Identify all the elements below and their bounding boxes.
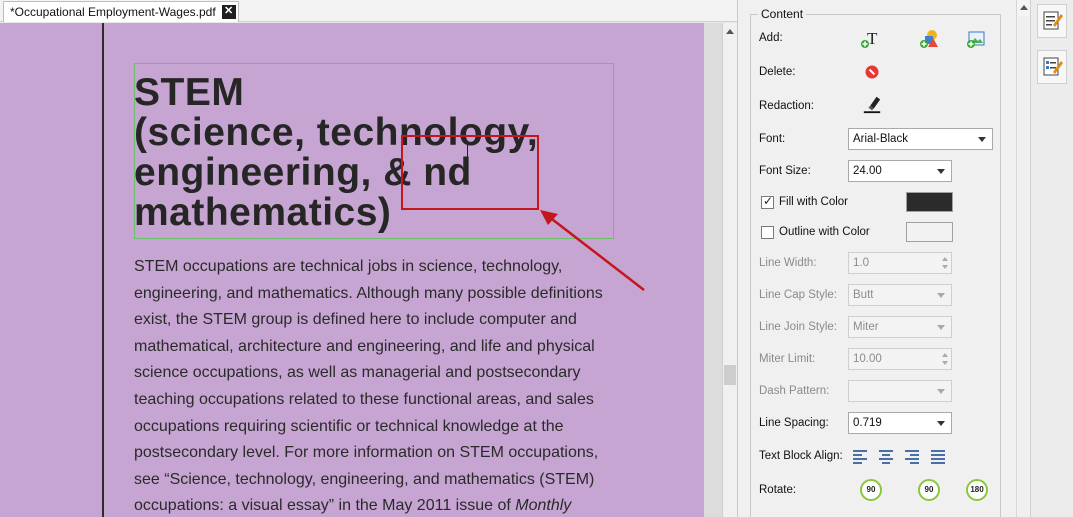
line-spacing-label: Line Spacing: [759,417,829,429]
font-size-label: Font Size: [759,165,811,177]
font-select[interactable]: Arial-Black [848,128,993,150]
outline-color-label: Outline with Color [779,226,870,238]
scroll-up-arrow-icon[interactable] [726,29,734,34]
fill-color-checkbox[interactable]: ✓ [761,194,774,209]
line-cap-select[interactable]: Butt [848,284,952,306]
miter-limit-label: Miter Limit: [759,353,816,365]
line-cap-value: Butt [853,289,874,301]
dash-pattern-select[interactable] [848,380,952,402]
tab-bar: *Occupational Employment-Wages.pdf ✕ [0,0,737,22]
body-line: science occupations, as well as manageri… [134,364,581,382]
line-width-value: 1.0 [853,257,869,269]
font-label: Font: [759,133,786,145]
rotate-cw-90-icon[interactable]: 90 [918,479,940,501]
edit-content-tool-button[interactable] [1037,4,1067,38]
spinner-arrows-icon[interactable] [942,352,948,366]
redaction-marker-icon[interactable] [862,94,882,114]
body-line: occupations requiring scientific or tech… [134,417,564,435]
outline-color-swatch[interactable] [906,222,953,242]
font-size-select[interactable]: 24.00 [848,160,952,182]
form-tool-button[interactable] [1037,50,1067,84]
body-line: teaching occupations related to these fu… [134,390,594,408]
right-toolbar [1030,0,1073,517]
align-left-icon[interactable] [853,449,869,464]
heading-line: engineering, & nd [134,151,472,194]
line-join-value: Miter [853,321,879,333]
properties-panel: Content Add: T Delete: Redaction: Font: … [737,0,1016,517]
line-join-label: Line Join Style: [759,321,837,333]
scroll-up-arrow-icon[interactable] [1020,5,1028,10]
chevron-down-icon [937,325,945,330]
checkmark-icon: ✓ [763,194,774,208]
body-line: mathematical, architecture and engineeri… [134,337,595,355]
line-join-select[interactable]: Miter [848,316,952,338]
heading-line: (science, technology, [134,111,539,154]
body-line: occupations: a visual essay” in the May … [134,497,516,515]
body-line: see “Science, technology, engineering, a… [134,470,595,488]
close-tab-icon[interactable]: ✕ [221,5,236,19]
chevron-down-icon [937,169,945,174]
delete-icon[interactable] [862,62,882,82]
redaction-label: Redaction: [759,100,814,112]
pdf-page[interactable]: STEM (science, technology, engineering, … [0,23,704,517]
font-size-value: 24.00 [853,165,882,177]
form-edit-icon [1043,57,1063,76]
body-line: postsecondary level. For more informatio… [134,444,599,462]
pdf-editor-window: *Occupational Employment-Wages.pdf ✕ STE… [0,0,1073,517]
scroll-thumb[interactable] [724,365,736,385]
spinner-arrows-icon[interactable] [942,256,948,270]
body-line-last: occupations: a visual essay” in the May … [134,493,614,517]
document-area: *Occupational Employment-Wages.pdf ✕ STE… [0,0,737,517]
line-cap-label: Line Cap Style: [759,289,837,301]
rotate-ccw-90-icon[interactable]: 90 [860,479,882,501]
align-right-icon[interactable] [905,449,921,464]
body-paragraph[interactable]: STEM occupations are technical jobs in s… [134,254,614,517]
chevron-down-icon [937,389,945,394]
add-label: Add: [759,32,783,44]
document-tab-title: *Occupational Employment-Wages.pdf [10,5,216,19]
body-line: STEM occupations are technical jobs in s… [134,258,563,275]
add-text-icon[interactable]: T [860,29,880,49]
outline-color-checkbox[interactable] [761,226,774,239]
callout-highlight-box [401,135,539,210]
italic-text: Monthly [515,497,572,515]
scroll-thumb[interactable] [1018,16,1029,517]
document-tab[interactable]: *Occupational Employment-Wages.pdf ✕ [3,1,239,22]
align-justify-icon[interactable] [931,449,947,464]
fill-color-label: Fill with Color [779,196,849,208]
body-line: exist, the STEM group is defined here to… [134,311,577,329]
chevron-down-icon [978,137,986,142]
add-image-icon[interactable] [966,29,986,49]
chevron-down-icon [937,421,945,426]
edit-document-icon [1043,11,1063,30]
font-value: Arial-Black [853,133,908,145]
fill-color-swatch[interactable] [906,192,953,212]
content-group-title: Content [758,7,807,21]
line-spacing-value: 0.719 [853,417,882,429]
line-width-label: Line Width: [759,257,817,269]
add-shape-icon[interactable] [919,29,939,49]
rotate-label: Rotate: [759,484,797,496]
heading-line: STEM [134,71,245,114]
miter-limit-spinner[interactable]: 10.00 [848,348,952,370]
document-viewport[interactable]: STEM (science, technology, engineering, … [0,23,722,517]
page-margin-line [102,23,104,517]
miter-limit-value: 10.00 [853,353,882,365]
document-scrollbar[interactable] [722,23,737,517]
dash-pattern-label: Dash Pattern: [759,385,830,397]
panel-scrollbar[interactable] [1016,0,1030,517]
rotate-180-icon[interactable]: 180 [966,479,988,501]
align-center-icon[interactable] [879,449,895,464]
chevron-down-icon [937,293,945,298]
line-spacing-select[interactable]: 0.719 [848,412,952,434]
text-align-label: Text Block Align: [759,450,843,462]
delete-label: Delete: [759,66,796,78]
body-line: engineering, and mathematics. Although m… [134,284,603,302]
page-gutter [704,23,722,517]
line-width-spinner[interactable]: 1.0 [848,252,952,274]
